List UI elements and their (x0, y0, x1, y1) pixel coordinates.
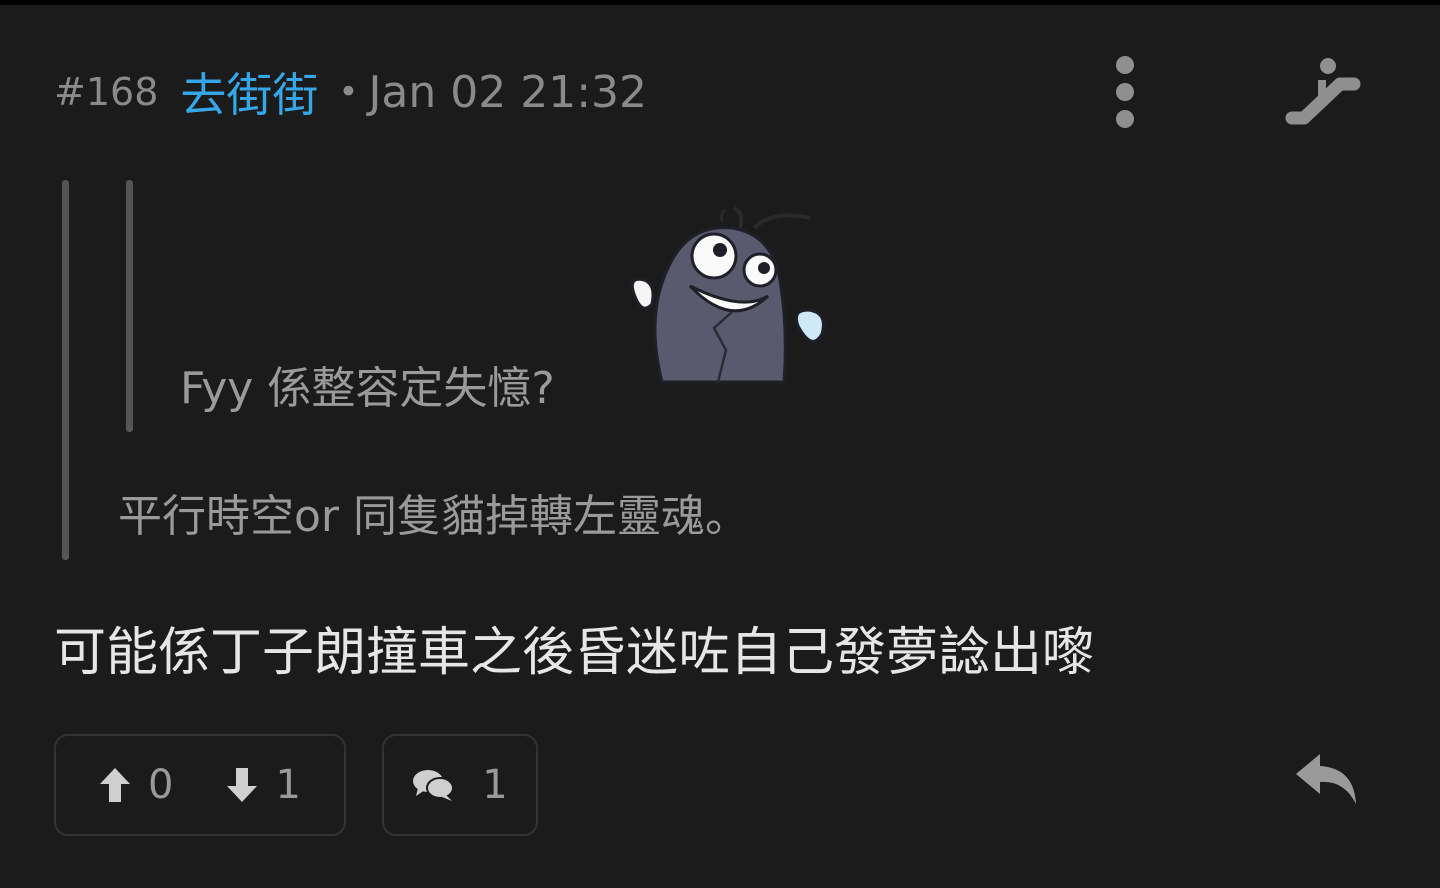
comment-count: 1 (482, 762, 508, 808)
sticker-emoji (630, 206, 825, 384)
downvote-count: 1 (275, 762, 301, 808)
nested-quote-text: Fyy 係整容定失憶? (180, 363, 555, 414)
upvote-count: 0 (148, 762, 174, 808)
post-body: 可能係丁子朗撞車之後昏迷咗自己發夢諗出嚟 (54, 623, 1095, 683)
upvote-button[interactable]: 0 (98, 762, 173, 808)
downvote-button[interactable]: 1 (225, 762, 301, 808)
comments-button[interactable]: 1 (382, 734, 538, 836)
username-link[interactable]: 去街街 (180, 59, 318, 125)
comment-bubbles-icon (413, 770, 455, 801)
more-vertical-icon (1116, 56, 1134, 74)
separator-dot: • (338, 72, 359, 112)
post-number: #168 (54, 70, 159, 114)
quote-inner-bar (126, 180, 133, 432)
arrow-up-icon (100, 768, 130, 802)
reply-icon[interactable] (1294, 750, 1360, 806)
arrow-down-icon (227, 768, 258, 802)
top-edge (0, 0, 1440, 5)
vote-group: 0 1 (54, 734, 346, 836)
more-options-button[interactable] (1106, 52, 1144, 132)
post-timestamp: Jan 02 21:32 (368, 66, 648, 118)
escalator-icon[interactable] (1282, 54, 1368, 128)
quote-text: 平行時空or 同隻貓掉轉左靈魂。 (118, 491, 749, 542)
post-header: #168 去街街 • Jan 02 21:32 (54, 59, 648, 125)
quote-outer-bar (62, 180, 69, 560)
